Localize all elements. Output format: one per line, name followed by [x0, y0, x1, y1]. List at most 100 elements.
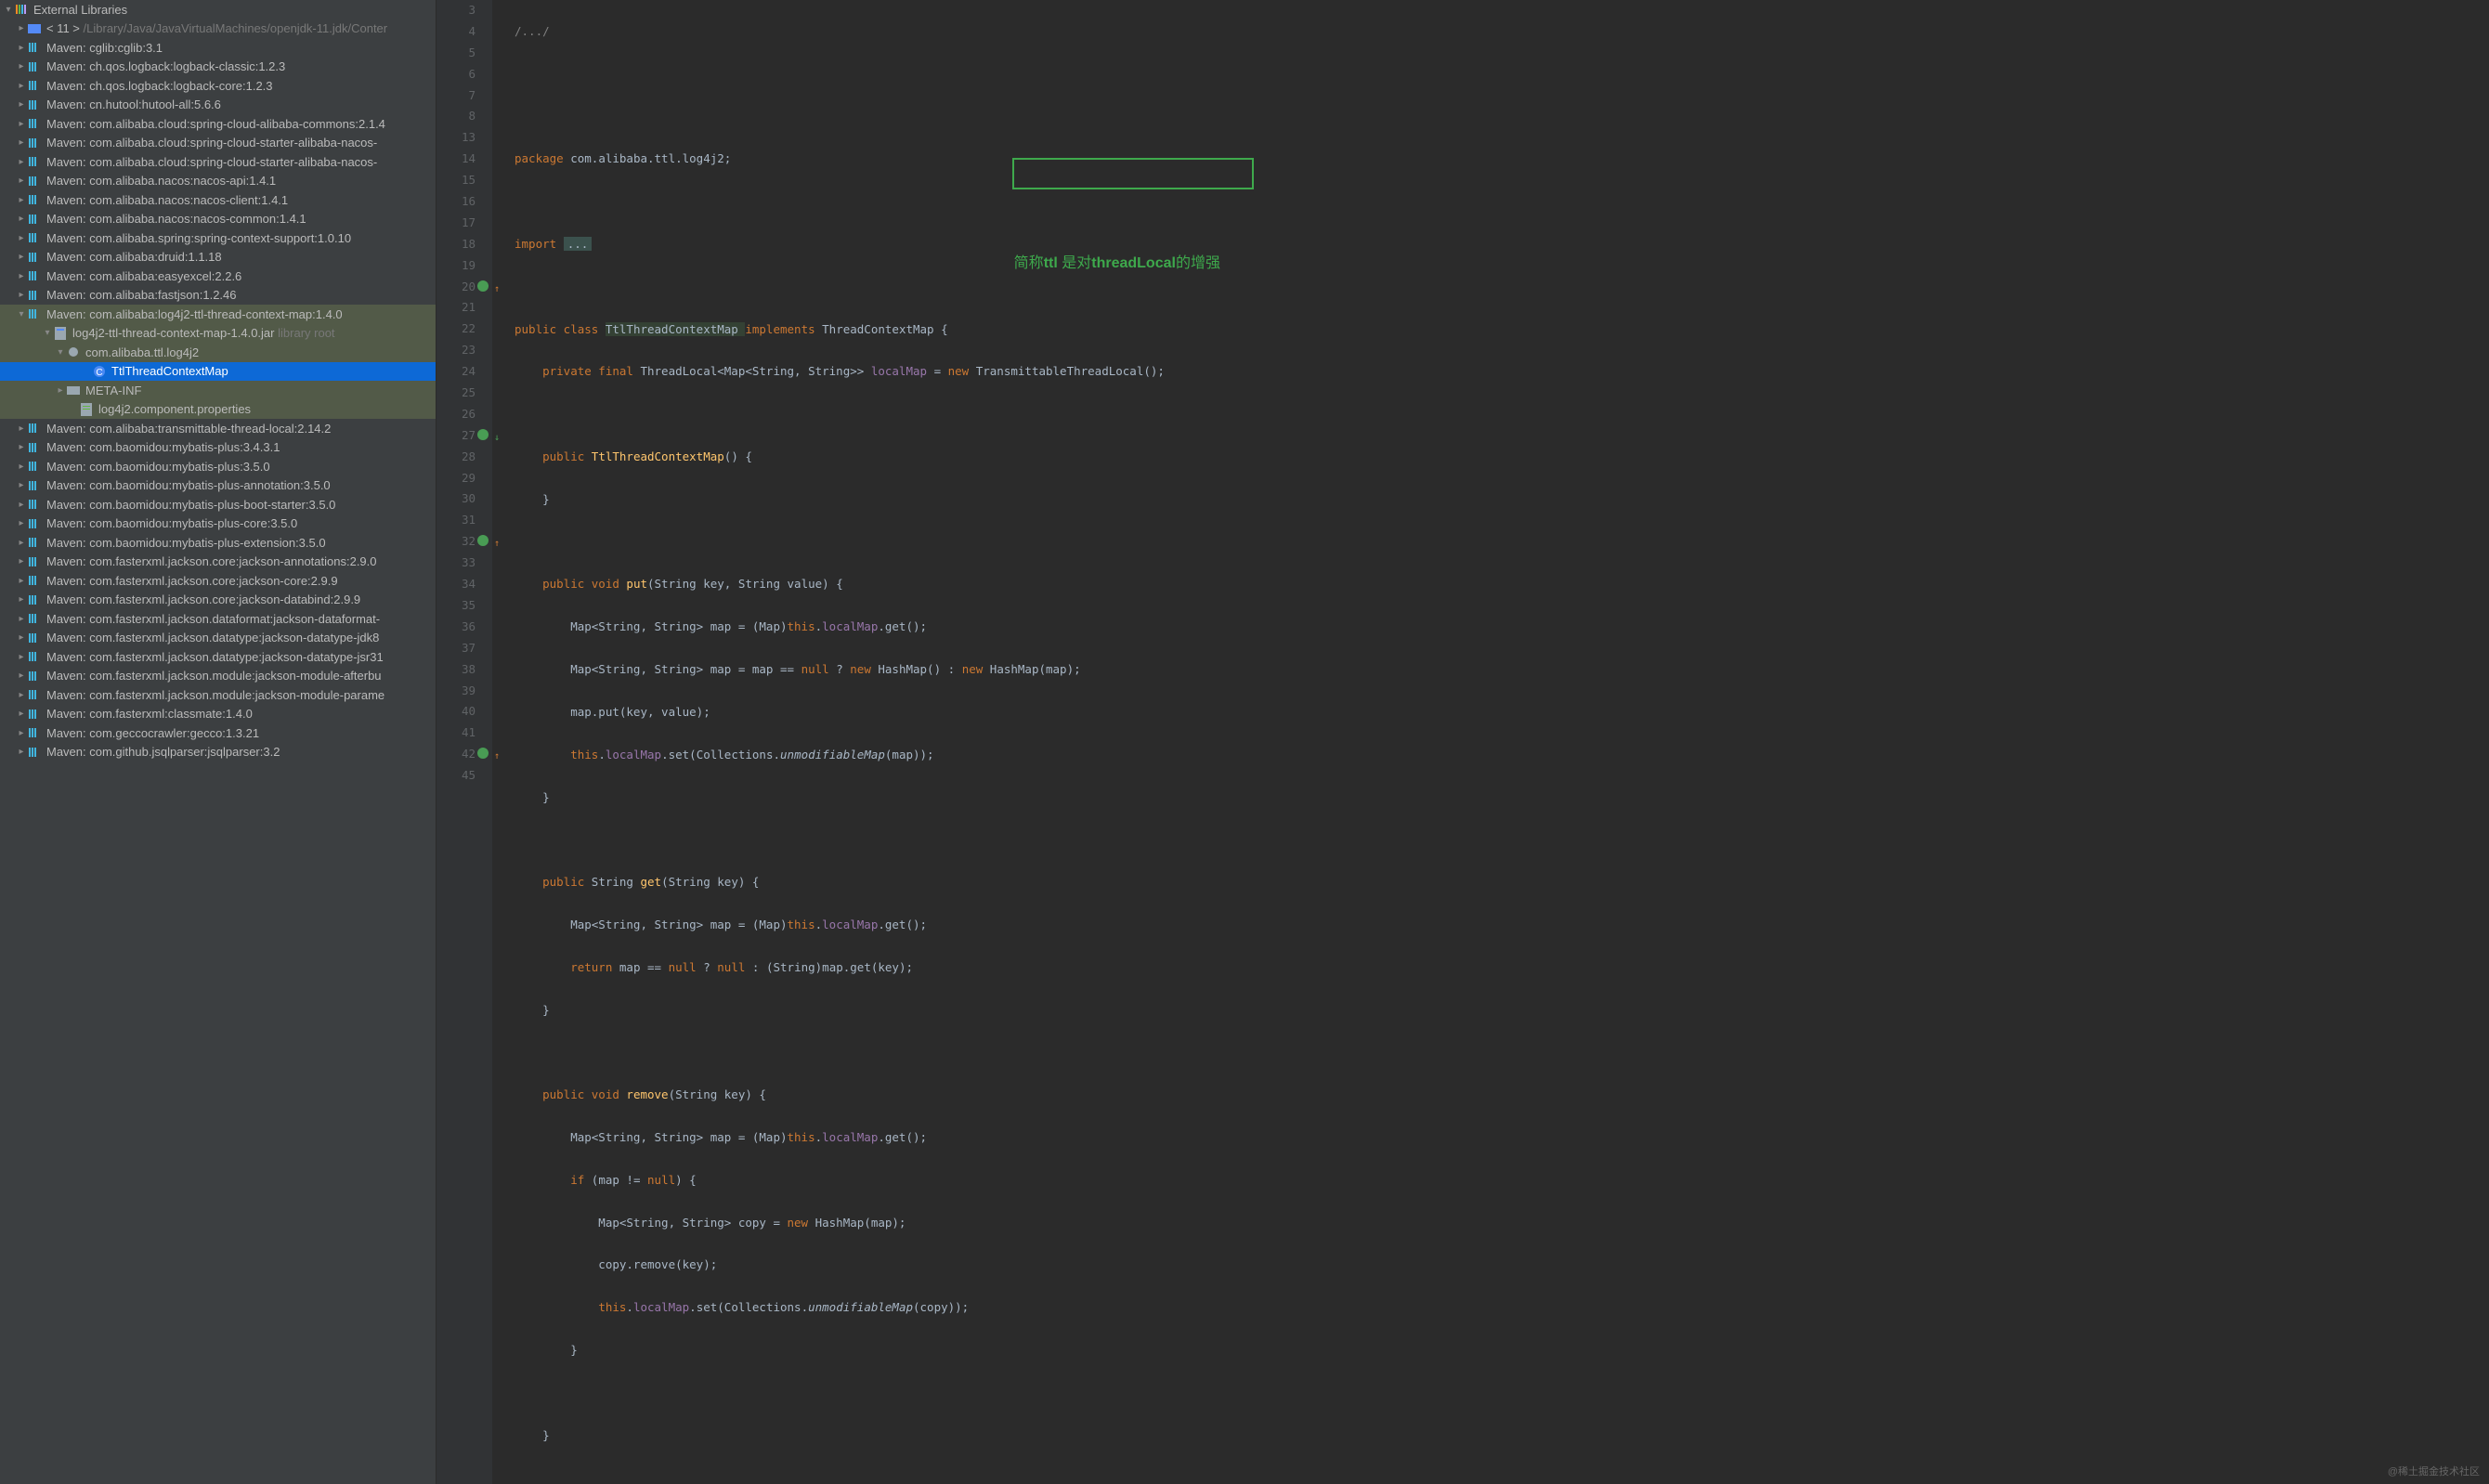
library-icon: [28, 536, 41, 549]
library-icon: [28, 441, 41, 454]
library-icon: [28, 251, 41, 264]
library-icon: [28, 460, 41, 473]
library-icon: [28, 650, 41, 663]
maven-lib-node[interactable]: ▸Maven: com.fasterxml.jackson.dataformat…: [0, 609, 436, 629]
library-icon: [28, 60, 41, 73]
line-number: 5: [437, 43, 476, 64]
maven-lib-node[interactable]: ▸Maven: com.fasterxml.jackson.core:jacks…: [0, 591, 436, 610]
library-icon: [28, 479, 41, 492]
svg-text:C: C: [96, 368, 102, 378]
watermark: @稀土掘金技术社区: [2388, 1464, 2480, 1478]
maven-lib-node[interactable]: ▸Maven: com.baomidou:mybatis-plus-annota…: [0, 476, 436, 496]
maven-lib-node[interactable]: ▸Maven: com.alibaba.cloud:spring-cloud-s…: [0, 134, 436, 153]
library-icon: [28, 612, 41, 625]
package-node[interactable]: ▾ com.alibaba.ttl.log4j2: [0, 343, 436, 362]
library-icon: [28, 574, 41, 587]
maven-lib-node[interactable]: ▸Maven: com.alibaba.nacos:nacos-api:1.4.…: [0, 172, 436, 191]
maven-lib-node[interactable]: ▸Maven: com.fasterxml.jackson.datatype:j…: [0, 629, 436, 648]
maven-lib-node[interactable]: ▸Maven: com.baomidou:mybatis-plus:3.5.0: [0, 457, 436, 476]
maven-lib-node[interactable]: ▸Maven: com.alibaba.spring:spring-contex…: [0, 228, 436, 248]
maven-lib-node[interactable]: ▸Maven: com.geccocrawler:gecco:1.3.21: [0, 723, 436, 743]
library-icon: [28, 289, 41, 302]
maven-lib-node[interactable]: ▸Maven: com.github.jsqlparser:jsqlparser…: [0, 743, 436, 762]
library-icon: [28, 708, 41, 721]
maven-lib-node[interactable]: ▸Maven: com.fasterxml.jackson.module:jac…: [0, 667, 436, 686]
code-area[interactable]: /.../ package com.alibaba.ttl.log4j2; im…: [492, 0, 1165, 1484]
jdk-node[interactable]: ▸ < 11 > /Library/Java/JavaVirtualMachin…: [0, 20, 436, 39]
library-icon: [28, 555, 41, 568]
class-node-selected[interactable]: C TtlThreadContextMap: [0, 362, 436, 382]
maven-lib-node[interactable]: ▸Maven: com.alibaba:druid:1.1.18: [0, 248, 436, 267]
line-number: 45: [437, 765, 476, 787]
gutter: 3456781314151617181920↑21222324252627↓28…: [437, 0, 492, 1484]
line-number: 29: [437, 468, 476, 489]
properties-icon: [80, 403, 93, 416]
library-icon: [28, 213, 41, 226]
line-number: 33: [437, 553, 476, 574]
maven-lib-expanded[interactable]: ▾ Maven: com.alibaba:log4j2-ttl-thread-c…: [0, 305, 436, 324]
line-number: 8: [437, 106, 476, 127]
maven-lib-node[interactable]: ▸Maven: ch.qos.logback:logback-core:1.2.…: [0, 76, 436, 96]
library-icon: [28, 688, 41, 701]
external-libraries-node[interactable]: ▾ External Libraries: [0, 0, 436, 20]
maven-lib-node[interactable]: ▸Maven: com.fasterxml.jackson.core:jacks…: [0, 571, 436, 591]
library-icon: [28, 670, 41, 683]
line-number: 18: [437, 234, 476, 255]
maven-lib-node[interactable]: ▸Maven: cn.hutool:hutool-all:5.6.6: [0, 96, 436, 115]
line-number: 23: [437, 340, 476, 361]
line-number: 14: [437, 149, 476, 170]
line-number: 32↑: [437, 531, 476, 553]
maven-lib-node[interactable]: ▸Maven: com.alibaba:transmittable-thread…: [0, 419, 436, 438]
maven-lib-node[interactable]: ▸Maven: com.alibaba:fastjson:1.2.46: [0, 286, 436, 306]
line-number: 36: [437, 617, 476, 638]
meta-inf-node[interactable]: ▸ META-INF: [0, 381, 436, 400]
code-editor[interactable]: 3456781314151617181920↑21222324252627↓28…: [437, 0, 2489, 1484]
line-number: 13: [437, 127, 476, 149]
maven-lib-node[interactable]: ▸Maven: com.alibaba:easyexcel:2.2.6: [0, 267, 436, 286]
line-number: 39: [437, 681, 476, 702]
library-icon: [28, 269, 41, 282]
maven-lib-node[interactable]: ▸Maven: com.alibaba.cloud:spring-cloud-s…: [0, 152, 436, 172]
library-icon: [28, 593, 41, 606]
maven-lib-node[interactable]: ▸Maven: cglib:cglib:3.1: [0, 38, 436, 58]
line-number: 27↓: [437, 425, 476, 447]
line-number: 22: [437, 319, 476, 340]
maven-lib-node[interactable]: ▸Maven: com.alibaba.nacos:nacos-client:1…: [0, 190, 436, 210]
line-number: 17: [437, 213, 476, 234]
library-icon: [28, 422, 41, 435]
line-number: 6: [437, 64, 476, 85]
folder-icon: [28, 22, 41, 35]
line-number: 30: [437, 488, 476, 510]
line-number: 31: [437, 510, 476, 531]
maven-lib-node[interactable]: ▸Maven: com.baomidou:mybatis-plus-boot-s…: [0, 495, 436, 514]
library-icon: [28, 155, 41, 168]
maven-lib-node[interactable]: ▸Maven: com.fasterxml.jackson.module:jac…: [0, 685, 436, 705]
maven-lib-node[interactable]: ▸Maven: com.fasterxml.jackson.core:jacks…: [0, 553, 436, 572]
maven-lib-node[interactable]: ▸Maven: com.alibaba.cloud:spring-cloud-a…: [0, 114, 436, 134]
jar-icon: [54, 327, 67, 340]
external-libraries-label: External Libraries: [33, 3, 127, 17]
maven-lib-node[interactable]: ▸Maven: com.baomidou:mybatis-plus:3.4.3.…: [0, 438, 436, 458]
maven-lib-node[interactable]: ▸Maven: com.baomidou:mybatis-plus-core:3…: [0, 514, 436, 534]
project-tree[interactable]: ▾ External Libraries ▸ < 11 > /Library/J…: [0, 0, 437, 1484]
library-icon: [28, 41, 41, 54]
line-number: 38: [437, 659, 476, 681]
properties-file-node[interactable]: log4j2.component.properties: [0, 400, 436, 420]
jar-node[interactable]: ▾ log4j2-ttl-thread-context-map-1.4.0.ja…: [0, 324, 436, 344]
library-icon: [28, 307, 41, 320]
library-icon: [28, 193, 41, 206]
library-icon: [28, 726, 41, 739]
line-number: 40: [437, 701, 476, 722]
maven-lib-node[interactable]: ▸Maven: ch.qos.logback:logback-classic:1…: [0, 58, 436, 77]
library-icon: [28, 98, 41, 111]
maven-lib-node[interactable]: ▸Maven: com.alibaba.nacos:nacos-common:1…: [0, 210, 436, 229]
maven-lib-node[interactable]: ▸Maven: com.baomidou:mybatis-plus-extens…: [0, 533, 436, 553]
line-number: 35: [437, 595, 476, 617]
line-number: 24: [437, 361, 476, 383]
maven-lib-node[interactable]: ▸Maven: com.fasterxml:classmate:1.4.0: [0, 705, 436, 724]
library-icon: [28, 79, 41, 92]
maven-lib-node[interactable]: ▸Maven: com.fasterxml.jackson.datatype:j…: [0, 647, 436, 667]
library-icon: [28, 746, 41, 759]
line-number: 42↑: [437, 744, 476, 765]
line-number: 37: [437, 638, 476, 659]
